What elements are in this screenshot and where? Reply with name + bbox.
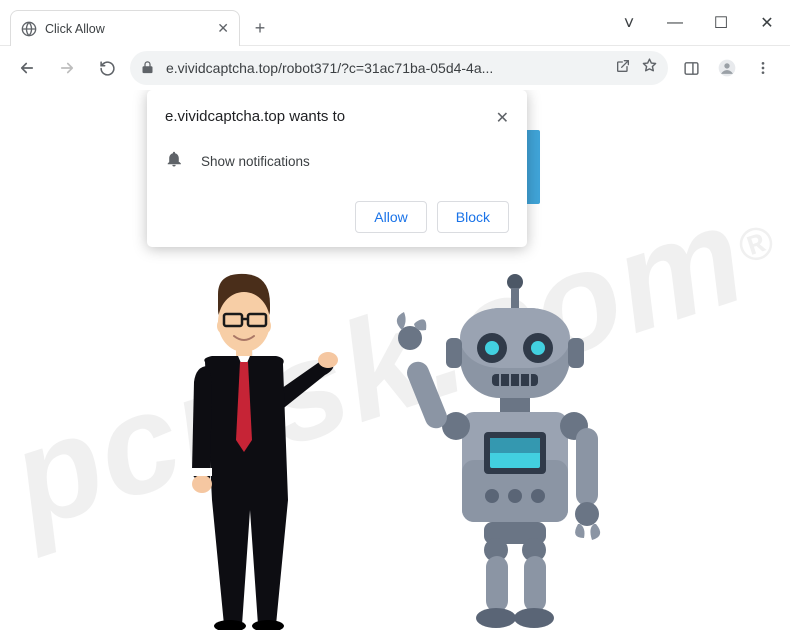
titlebar: Click Allow ✕ + ˅ — ☐ ✕ (0, 0, 790, 46)
toolbar-right (674, 51, 780, 85)
menu-icon[interactable] (746, 51, 780, 85)
star-icon[interactable] (641, 57, 658, 79)
tab-close-icon[interactable]: ✕ (217, 20, 229, 37)
profile-icon[interactable] (710, 51, 744, 85)
man-illustration (130, 270, 340, 630)
page-content: pcrisk.com® e.vividcaptcha.top wants to … (0, 90, 790, 631)
url-text: e.vividcaptcha.top/robot371/?c=31ac71ba-… (166, 60, 605, 76)
window-close-button[interactable]: ✕ (744, 0, 790, 46)
notification-origin: e.vividcaptcha.top wants to (165, 108, 496, 125)
globe-icon (21, 21, 37, 37)
lock-icon (140, 60, 156, 76)
watermark-reg: ® (731, 212, 782, 274)
address-bar[interactable]: e.vividcaptcha.top/robot371/?c=31ac71ba-… (130, 51, 668, 85)
notification-close-icon[interactable]: ✕ (496, 108, 509, 128)
robot-illustration (380, 260, 660, 631)
notification-message: Show notifications (201, 154, 310, 169)
side-panel-icon[interactable] (674, 51, 708, 85)
maximize-button[interactable]: ☐ (698, 0, 744, 46)
tabstrip: Click Allow ✕ + (0, 0, 274, 46)
forward-button[interactable] (50, 51, 84, 85)
minimize-button[interactable]: — (652, 0, 698, 46)
window-controls: ˅ — ☐ ✕ (606, 0, 790, 46)
toolbar: e.vividcaptcha.top/robot371/?c=31ac71ba-… (0, 46, 790, 90)
allow-button[interactable]: Allow (355, 201, 426, 233)
back-button[interactable] (10, 51, 44, 85)
share-icon[interactable] (615, 58, 631, 79)
bell-icon (165, 150, 183, 173)
reload-button[interactable] (90, 51, 124, 85)
notification-permission-popup: e.vividcaptcha.top wants to ✕ Show notif… (147, 90, 527, 247)
tab-title: Click Allow (45, 22, 209, 36)
new-tab-button[interactable]: + (246, 14, 274, 42)
browser-tab[interactable]: Click Allow ✕ (10, 10, 240, 46)
chevron-down-icon[interactable]: ˅ (606, 0, 652, 46)
block-button[interactable]: Block (437, 201, 509, 233)
